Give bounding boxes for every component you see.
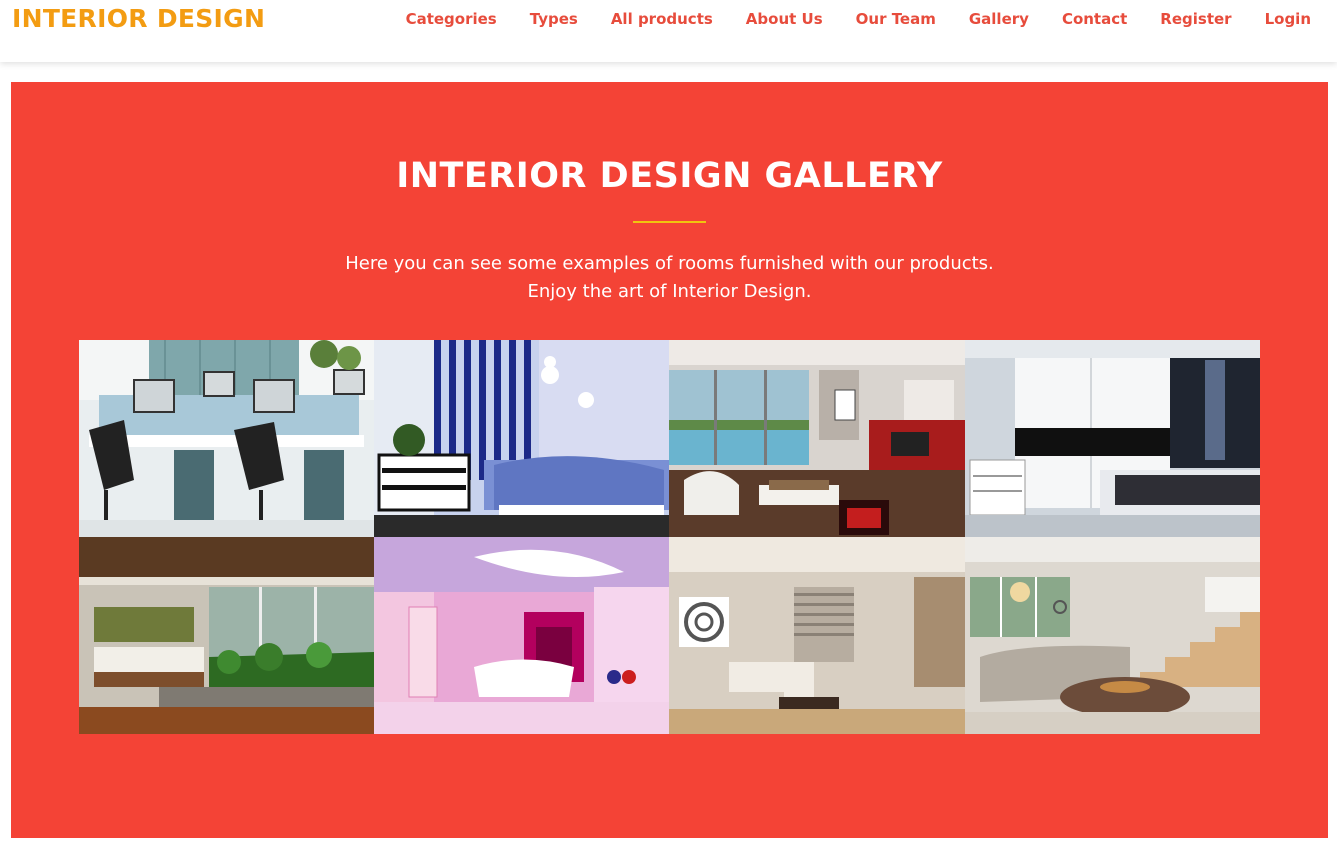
title-divider bbox=[633, 221, 706, 223]
gallery-section: INTERIOR DESIGN GALLERY Here you can see… bbox=[11, 82, 1328, 838]
gallery-image-wardrobe-bedroom[interactable] bbox=[965, 340, 1260, 537]
nav-link-categories[interactable]: Categories bbox=[406, 9, 497, 29]
gallery-image-living-room-pool[interactable] bbox=[669, 340, 965, 537]
nav-link-about-us[interactable]: About Us bbox=[746, 9, 823, 29]
gallery-image-striped-bedroom[interactable] bbox=[374, 340, 669, 537]
gallery-description-line-1: Here you can see some examples of rooms … bbox=[345, 253, 994, 274]
nav-link-all-products[interactable]: All products bbox=[611, 9, 713, 29]
gallery-grid bbox=[79, 340, 1260, 734]
nav-link-our-team[interactable]: Our Team bbox=[856, 9, 936, 29]
nav-link-gallery[interactable]: Gallery bbox=[969, 9, 1029, 29]
gallery-image-staircase-living-room[interactable] bbox=[965, 537, 1260, 734]
gallery-image-loft-bedroom[interactable] bbox=[79, 537, 374, 734]
main-nav: Categories Types All products About Us O… bbox=[373, 9, 1311, 29]
nav-link-login[interactable]: Login bbox=[1265, 9, 1311, 29]
gallery-image-beige-living-room[interactable] bbox=[669, 537, 965, 734]
gallery-image-office[interactable] bbox=[79, 340, 374, 537]
nav-link-types[interactable]: Types bbox=[530, 9, 578, 29]
brand-logo-link[interactable]: INTERIOR DESIGN bbox=[12, 4, 265, 33]
top-navbar: INTERIOR DESIGN Categories Types All pro… bbox=[0, 0, 1337, 62]
gallery-image-pink-interior[interactable] bbox=[374, 537, 669, 734]
gallery-description-line-2: Enjoy the art of Interior Design. bbox=[527, 281, 812, 302]
nav-link-contact[interactable]: Contact bbox=[1062, 9, 1127, 29]
nav-link-register[interactable]: Register bbox=[1160, 9, 1231, 29]
gallery-description: Here you can see some examples of rooms … bbox=[11, 250, 1328, 306]
gallery-title: INTERIOR DESIGN GALLERY bbox=[396, 156, 943, 196]
